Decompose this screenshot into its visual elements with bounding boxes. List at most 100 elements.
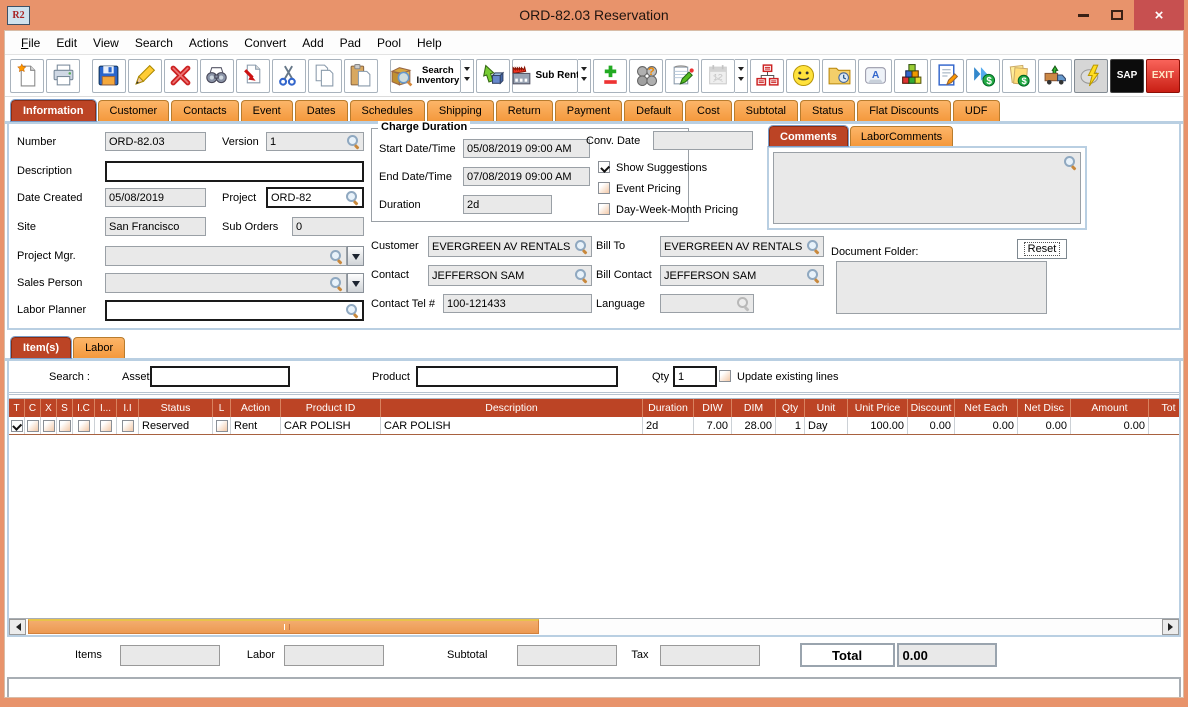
total-button[interactable]: Total — [799, 643, 895, 667]
cell-qty[interactable]: 1 — [776, 417, 805, 434]
col-duration[interactable]: Duration — [643, 399, 694, 417]
cell-i-i[interactable] — [117, 417, 139, 434]
search-inventory-dropdown-button[interactable] — [460, 58, 474, 93]
col-dim[interactable]: DIM — [732, 399, 776, 417]
customer-smiley-button[interactable] — [786, 58, 820, 93]
col-diw[interactable]: DIW — [694, 399, 732, 417]
row-checkbox-s[interactable] — [58, 419, 71, 432]
col-unit[interactable]: Unit — [805, 399, 848, 417]
print-button[interactable] — [46, 58, 80, 93]
tab-status[interactable]: Status — [800, 100, 856, 121]
maximize-button[interactable] — [1100, 0, 1134, 30]
cell-amount[interactable]: 0.00 — [1071, 417, 1149, 434]
menu-pool[interactable]: Pool — [369, 33, 409, 53]
col-i-c[interactable]: I.C — [73, 399, 95, 417]
menu-edit[interactable]: Edit — [48, 33, 85, 53]
scroll-left-button[interactable] — [9, 619, 26, 635]
col-unit-price[interactable]: Unit Price — [848, 399, 908, 417]
bill-to-lookup-icon[interactable] — [807, 240, 820, 253]
minimize-button[interactable] — [1066, 0, 1100, 30]
tab-cost[interactable]: Cost — [685, 100, 732, 121]
menu-pad[interactable]: Pad — [332, 33, 369, 53]
menu-add[interactable]: Add — [294, 33, 331, 53]
event-pricing-checkbox[interactable] — [598, 182, 610, 194]
cut-scissors-button[interactable] — [271, 58, 306, 93]
shapes-3d-button[interactable] — [475, 58, 510, 93]
asset-search-input[interactable] — [150, 366, 290, 387]
qty-input[interactable]: 1 — [673, 366, 717, 387]
copy-pages-button[interactable] — [307, 58, 342, 93]
cell-t[interactable] — [9, 417, 25, 434]
document-folder-box[interactable] — [836, 261, 1047, 314]
notepad-edit-button[interactable] — [665, 58, 699, 93]
cell-tot[interactable] — [1149, 417, 1179, 434]
menu-help[interactable]: Help — [409, 33, 450, 53]
exit-button[interactable]: EXIT — [1146, 58, 1180, 93]
cell-s[interactable] — [57, 417, 73, 434]
tab-default[interactable]: Default — [624, 100, 684, 121]
send-dollar-button[interactable]: $ — [966, 58, 1000, 93]
row-checkbox-t[interactable] — [10, 419, 23, 432]
labor-planner-lookup-icon[interactable] — [346, 304, 359, 317]
calendar-button[interactable]: 12 — [701, 58, 735, 93]
tab-flat-discounts[interactable]: Flat Discounts — [857, 100, 951, 121]
comments-lookup-icon[interactable] — [1064, 156, 1077, 169]
tab-comments[interactable]: Comments — [768, 125, 849, 147]
cell-dim[interactable]: 28.00 — [732, 417, 776, 434]
sub-rent-button[interactable]: Sub Rent — [511, 58, 579, 93]
notes-dollar-button[interactable]: $ — [1002, 58, 1036, 93]
row-checkbox-i-c[interactable] — [77, 419, 90, 432]
org-chart-button[interactable] — [750, 58, 784, 93]
tab-information[interactable]: Information — [10, 99, 97, 122]
horizontal-scrollbar[interactable] — [9, 618, 1179, 635]
col-x[interactable]: X — [41, 399, 57, 417]
product-search-input[interactable] — [416, 366, 618, 387]
description-field[interactable] — [105, 161, 364, 182]
project-mgr-dropdown-button[interactable] — [347, 246, 364, 266]
calendar-dropdown-button[interactable] — [735, 58, 748, 93]
col-net-disc[interactable]: Net Disc — [1018, 399, 1071, 417]
titlebar[interactable]: ORD-82.03 Reservation R2 × — [4, 0, 1184, 30]
quick-launch-button[interactable] — [1074, 58, 1108, 93]
menu-actions[interactable]: Actions — [181, 33, 236, 53]
inventory-blocks-button[interactable] — [894, 58, 928, 93]
day-week-month-checkbox[interactable] — [598, 203, 610, 215]
show-suggestions-checkbox[interactable] — [598, 161, 610, 173]
project-lookup-icon[interactable] — [346, 191, 359, 204]
tab-subtotal[interactable]: Subtotal — [733, 100, 799, 121]
cell-description[interactable]: CAR POLISH — [381, 417, 643, 434]
col-action[interactable]: Action — [231, 399, 281, 417]
substitute-items-button[interactable]: ? — [629, 58, 663, 93]
scroll-right-button[interactable] — [1162, 619, 1179, 635]
col-l[interactable]: L — [213, 399, 231, 417]
find-binoculars-button[interactable] — [199, 58, 234, 93]
row-checkbox-i-i[interactable] — [121, 419, 134, 432]
row-checkbox-c[interactable] — [26, 419, 39, 432]
col-status[interactable]: Status — [139, 399, 213, 417]
sales-person-lookup-icon[interactable] — [330, 276, 343, 290]
menu-view[interactable]: View — [85, 33, 127, 53]
cell-discount[interactable]: 0.00 — [908, 417, 955, 434]
scrollbar-track[interactable] — [26, 619, 1162, 635]
labor-planner-field[interactable] — [105, 300, 364, 321]
update-existing-lines-checkbox[interactable] — [719, 370, 731, 382]
row-checkbox-l[interactable] — [215, 419, 228, 432]
table-row[interactable]: Reserved Rent CAR POLISH CAR POLISH 2d 7.00 28… — [9, 417, 1179, 435]
tab-customer[interactable]: Customer — [97, 100, 170, 121]
project-mgr-lookup-icon[interactable] — [330, 249, 343, 263]
reset-button[interactable]: Reset — [1017, 239, 1067, 259]
cell-net-disc[interactable]: 0.00 — [1018, 417, 1071, 434]
tab-payment[interactable]: Payment — [554, 100, 623, 121]
tab-schedules[interactable]: Schedules — [349, 100, 425, 121]
col-net-each[interactable]: Net Each — [955, 399, 1018, 417]
comments-textarea[interactable] — [773, 152, 1081, 224]
add-remove-line-button[interactable] — [593, 58, 627, 93]
sap-button[interactable]: SAP — [1110, 58, 1144, 93]
copy-to-order-button[interactable] — [235, 58, 270, 93]
col-qty[interactable]: Qty — [776, 399, 805, 417]
contact-lookup-icon[interactable] — [575, 269, 588, 282]
sales-person-dropdown-button[interactable] — [347, 273, 364, 293]
cell-i[interactable] — [95, 417, 117, 434]
shortcut-key-button[interactable]: A — [858, 58, 892, 93]
scrollbar-thumb[interactable] — [28, 619, 540, 634]
